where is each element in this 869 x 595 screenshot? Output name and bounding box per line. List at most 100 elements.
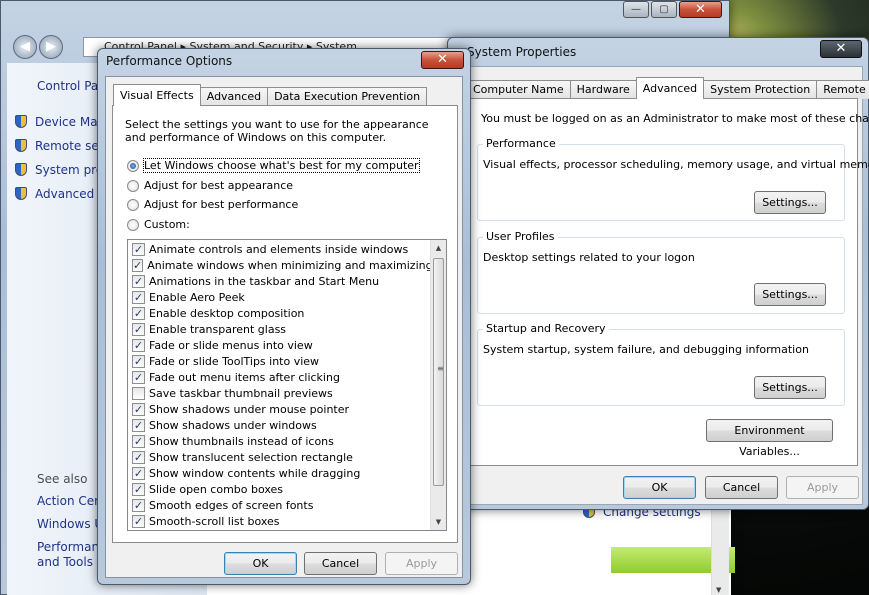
visual-effects-panel: Select the settings you want to use for … xyxy=(112,105,458,543)
tab-computer-name[interactable]: Computer Name xyxy=(466,80,571,99)
user-profiles-settings-button[interactable]: Settings... xyxy=(754,283,826,306)
close-button[interactable]: ✕ xyxy=(679,1,722,18)
effect-label: Enable transparent glass xyxy=(149,322,287,336)
tab-bar: Visual Effects Advanced Data Execution P… xyxy=(113,84,428,106)
ok-button[interactable]: OK xyxy=(224,552,297,575)
effect-label: Enable desktop composition xyxy=(149,306,305,320)
radio-button[interactable] xyxy=(127,159,139,172)
forward-button[interactable]: ▶ xyxy=(39,35,63,59)
effect-label: Smooth-scroll list boxes xyxy=(149,514,280,528)
checkbox[interactable]: ✓ xyxy=(132,338,145,352)
effect-checkbox-row[interactable]: ✓ Enable transparent glass xyxy=(128,321,430,337)
performance-group: Performance Visual effects, processor sc… xyxy=(477,137,869,221)
effect-label: Fade out menu items after clicking xyxy=(149,370,340,384)
checkbox[interactable] xyxy=(132,386,145,400)
checkbox[interactable]: ✓ xyxy=(132,402,145,416)
environment-variables-button[interactable]: Environment Variables... xyxy=(706,419,833,458)
checkbox[interactable]: ✓ xyxy=(132,274,145,288)
radio-label: Adjust for best appearance xyxy=(144,179,294,192)
shield-icon xyxy=(15,139,27,152)
checkbox[interactable]: ✓ xyxy=(132,322,145,336)
cancel-button[interactable]: Cancel xyxy=(304,552,377,575)
radio-label: Let Windows choose what's best for my co… xyxy=(143,158,420,173)
effect-label: Show shadows under mouse pointer xyxy=(149,402,350,416)
maximize-button[interactable]: ▢ xyxy=(651,1,677,18)
effect-checkbox-row[interactable]: ✓ Slide open combo boxes xyxy=(128,481,430,497)
tab-remote[interactable]: Remote xyxy=(816,80,869,99)
effect-checkbox-row[interactable]: ✓ Animate windows when minimizing and max… xyxy=(128,257,433,273)
tab-system-protection[interactable]: System Protection xyxy=(703,80,818,99)
scrollbar[interactable]: ▲ ≡ ▼ xyxy=(430,240,446,530)
effect-checkbox-row[interactable]: ✓ Show thumbnails instead of icons xyxy=(128,433,430,449)
checkbox[interactable]: ✓ xyxy=(132,434,145,448)
ok-button[interactable]: OK xyxy=(623,476,696,499)
tab-data-execution-prevention[interactable]: Data Execution Prevention xyxy=(267,87,428,106)
effect-checkbox-row[interactable]: ✓ Show shadows under mouse pointer xyxy=(128,401,430,417)
effect-checkbox-row[interactable]: ✓ Smooth edges of screen fonts xyxy=(128,497,430,513)
checkbox[interactable]: ✓ xyxy=(132,306,145,320)
effect-checkbox-row[interactable]: ✓ Show translucent selection rectangle xyxy=(128,449,430,465)
user-profiles-group: User Profiles Desktop settings related t… xyxy=(477,230,845,314)
grip-icon: ≡ xyxy=(437,364,444,373)
tab-advanced[interactable]: Advanced xyxy=(635,77,705,99)
effect-checkbox-row[interactable]: ✓ Show shadows under windows xyxy=(128,417,430,433)
effect-checkbox-row[interactable]: Save taskbar thumbnail previews xyxy=(128,385,430,401)
radio-custom[interactable]: Custom: xyxy=(127,218,190,231)
performance-settings-button[interactable]: Settings... xyxy=(754,191,826,214)
dialog-body: Computer Name Hardware Advanced System P… xyxy=(453,66,869,505)
checkbox[interactable]: ✓ xyxy=(132,258,144,272)
close-button[interactable]: ✕ xyxy=(820,40,862,58)
apply-button[interactable]: Apply xyxy=(786,476,859,499)
startup-recovery-settings-button[interactable]: Settings... xyxy=(754,376,826,399)
checkbox[interactable]: ✓ xyxy=(132,514,145,528)
scroll-up-icon[interactable]: ▲ xyxy=(431,240,446,256)
effect-label: Show shadows under windows xyxy=(149,418,317,432)
checkbox[interactable]: ✓ xyxy=(132,242,145,256)
checkbox[interactable]: ✓ xyxy=(132,370,145,384)
checkbox[interactable]: ✓ xyxy=(132,482,145,496)
effect-checkbox-row[interactable]: ✓ Fade out menu items after clicking xyxy=(128,369,430,385)
checkbox[interactable]: ✓ xyxy=(132,418,145,432)
radio-button[interactable] xyxy=(127,198,139,211)
effect-label: Slide open combo boxes xyxy=(149,482,284,496)
effect-checkbox-row[interactable]: ✓ Show window contents while dragging xyxy=(128,465,430,481)
tab-advanced[interactable]: Advanced xyxy=(199,87,269,106)
radio-button[interactable] xyxy=(127,218,139,231)
window-title: Performance Options xyxy=(106,54,233,68)
close-button[interactable]: ✕ xyxy=(421,51,464,69)
scroll-down-icon[interactable]: ▼ xyxy=(431,514,446,530)
tab-visual-effects[interactable]: Visual Effects xyxy=(113,84,201,106)
checkbox[interactable]: ✓ xyxy=(132,466,145,480)
radio-best-performance[interactable]: Adjust for best performance xyxy=(127,198,298,211)
effect-checkbox-row[interactable]: ✓ Animate controls and elements inside wi… xyxy=(128,241,430,257)
checkbox[interactable]: ✓ xyxy=(132,290,145,304)
radio-label: Adjust for best performance xyxy=(144,198,299,211)
radio-let-windows-choose[interactable]: Let Windows choose what's best for my co… xyxy=(127,158,420,173)
cancel-button[interactable]: Cancel xyxy=(705,476,778,499)
checkbox[interactable]: ✓ xyxy=(132,354,145,368)
radio-button[interactable] xyxy=(127,179,139,192)
radio-best-appearance[interactable]: Adjust for best appearance xyxy=(127,179,293,192)
effect-label: Animations in the taskbar and Start Menu xyxy=(149,274,380,288)
effect-label: Show window contents while dragging xyxy=(149,466,361,480)
effect-checkbox-row[interactable]: ✓ Enable desktop composition xyxy=(128,305,430,321)
effect-checkbox-row[interactable]: ✓ Fade or slide ToolTips into view xyxy=(128,353,430,369)
effect-checkbox-row[interactable]: ✓ Animations in the taskbar and Start Men… xyxy=(128,273,430,289)
effect-checkbox-row[interactable]: ✓ Enable Aero Peek xyxy=(128,289,430,305)
shield-icon xyxy=(15,187,27,200)
group-label: User Profiles xyxy=(483,230,558,243)
back-button[interactable]: ◀ xyxy=(13,35,37,59)
apply-button[interactable]: Apply xyxy=(385,552,458,575)
checkbox[interactable]: ✓ xyxy=(132,498,145,512)
checkbox[interactable]: ✓ xyxy=(132,450,145,464)
tab-hardware[interactable]: Hardware xyxy=(569,80,637,99)
effect-checkbox-row[interactable]: ✓ Smooth-scroll list boxes xyxy=(128,513,430,529)
admin-note: You must be logged on as an Administrato… xyxy=(481,112,869,125)
minimize-button[interactable]: — xyxy=(623,1,649,18)
effect-checkbox-row[interactable]: ✓ Fade or slide menus into view xyxy=(128,337,430,353)
performance-options-window: Performance Options ✕ Visual Effects Adv… xyxy=(97,48,471,585)
scroll-down-icon[interactable]: ▼ xyxy=(716,586,721,594)
back-arrow-icon: ◀ xyxy=(20,39,30,54)
advanced-tab-panel: You must be logged on as an Administrato… xyxy=(466,98,869,466)
scrollbar-thumb[interactable]: ≡ xyxy=(433,258,444,486)
